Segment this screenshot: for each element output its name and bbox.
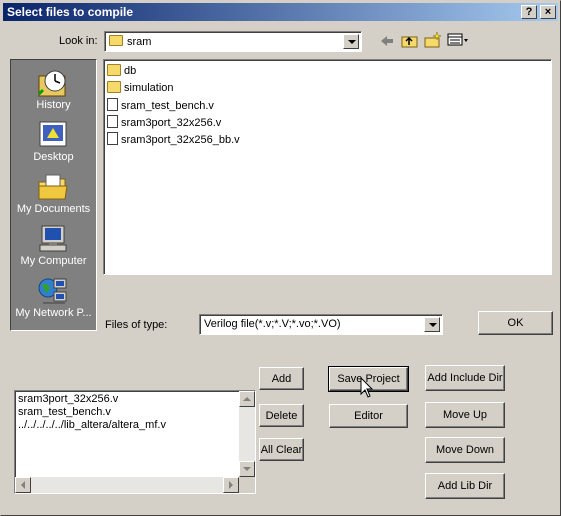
files-of-type-combo[interactable]: Verilog file(*.v;*.V;*.vo;*.VO) xyxy=(199,314,443,335)
arrow-down-icon xyxy=(243,467,251,471)
view-menu-icon[interactable] xyxy=(447,33,469,47)
new-folder-icon[interactable] xyxy=(424,31,442,49)
horizontal-scrollbar[interactable] xyxy=(15,477,239,493)
mouse-cursor-icon xyxy=(360,377,374,398)
ok-button[interactable]: OK xyxy=(478,311,553,335)
help-button[interactable]: ? xyxy=(521,5,537,19)
editor-button[interactable]: Editor xyxy=(329,404,408,428)
chevron-down-icon[interactable] xyxy=(343,34,359,49)
history-icon xyxy=(37,70,66,97)
folder-icon xyxy=(107,81,121,93)
file-name: sram_test_bench.v xyxy=(121,100,214,112)
back-arrow-icon[interactable] xyxy=(379,33,395,49)
close-button[interactable]: × xyxy=(540,5,556,19)
folder-icon xyxy=(109,35,123,46)
place-label: History xyxy=(36,99,71,111)
file-name: simulation xyxy=(124,82,174,94)
vertical-scrollbar[interactable] xyxy=(239,391,255,477)
place-label: My Documents xyxy=(16,203,91,215)
files-of-type-label: Files of type: xyxy=(105,319,168,331)
file-icon xyxy=(107,115,118,128)
file-list-item[interactable]: db xyxy=(107,64,136,80)
file-list-item[interactable]: sram_test_bench.v xyxy=(107,98,214,114)
add-lib-dir-button[interactable]: Add Lib Dir xyxy=(425,473,505,499)
list-item[interactable]: sram_test_bench.v xyxy=(18,406,111,418)
place-history[interactable]: History xyxy=(11,64,96,116)
my-computer-icon xyxy=(39,225,67,252)
file-icon xyxy=(107,98,118,111)
place-desktop[interactable]: Desktop xyxy=(11,116,96,168)
file-name: sram3port_32x256.v xyxy=(121,117,222,129)
scrollbar-corner xyxy=(239,477,255,493)
file-name: db xyxy=(124,65,137,77)
add-include-dir-button[interactable]: Add Include Dir xyxy=(425,365,505,391)
selected-files-list[interactable]: sram3port_32x256.v sram_test_bench.v ../… xyxy=(14,390,256,494)
desktop-icon xyxy=(39,121,67,147)
list-item[interactable]: sram3port_32x256.v xyxy=(18,393,118,405)
arrow-up-icon xyxy=(243,397,251,401)
delete-button[interactable]: Delete xyxy=(259,404,304,427)
file-name: sram3port_32x256_bb.v xyxy=(121,134,240,146)
my-documents-icon xyxy=(38,174,68,200)
places-bar: History Desktop My Documents My Computer… xyxy=(10,59,97,331)
file-list-item[interactable]: sram3port_32x256.v xyxy=(107,115,221,131)
file-list-item[interactable]: simulation xyxy=(107,81,174,97)
file-list[interactable]: db simulation sram_test_bench.v sram3por… xyxy=(103,59,552,275)
all-clear-button[interactable]: All Clear xyxy=(259,438,304,461)
scroll-down-button[interactable] xyxy=(239,461,255,477)
list-item[interactable]: ../../../../../lib_altera/altera_mf.v xyxy=(18,419,166,431)
my-network-places-icon xyxy=(38,278,67,304)
place-label: My Computer xyxy=(20,255,87,267)
place-label: Desktop xyxy=(33,151,74,163)
select-files-dialog: Select files to compile ? × Look in: sra… xyxy=(0,0,561,516)
look-in-combo[interactable]: sram xyxy=(104,31,362,52)
look-in-value: sram xyxy=(109,35,151,48)
file-icon xyxy=(107,132,118,145)
place-my-documents[interactable]: My Documents xyxy=(11,168,96,220)
look-in-text: sram xyxy=(127,36,152,48)
place-my-computer[interactable]: My Computer xyxy=(11,220,96,272)
title-bar[interactable]: Select files to compile ? × xyxy=(3,3,558,21)
up-folder-icon[interactable] xyxy=(401,32,419,49)
scroll-left-button[interactable] xyxy=(15,477,31,493)
add-button[interactable]: Add xyxy=(259,367,304,390)
arrow-left-icon xyxy=(21,481,25,489)
file-list-item[interactable]: sram3port_32x256_bb.v xyxy=(107,132,240,148)
place-label: My Network P... xyxy=(15,307,92,319)
chevron-down-icon[interactable] xyxy=(424,317,440,332)
window-title: Select files to compile xyxy=(7,5,134,19)
folder-icon xyxy=(107,64,121,76)
move-up-button[interactable]: Move Up xyxy=(425,402,505,428)
files-of-type-value: Verilog file(*.v;*.V;*.vo;*.VO) xyxy=(204,318,341,330)
scroll-up-button[interactable] xyxy=(239,391,255,407)
place-my-network[interactable]: My Network P... xyxy=(11,272,96,324)
arrow-right-icon xyxy=(229,481,233,489)
scroll-right-button[interactable] xyxy=(223,477,239,493)
move-down-button[interactable]: Move Down xyxy=(425,437,505,463)
look-in-label: Look in: xyxy=(59,35,98,47)
